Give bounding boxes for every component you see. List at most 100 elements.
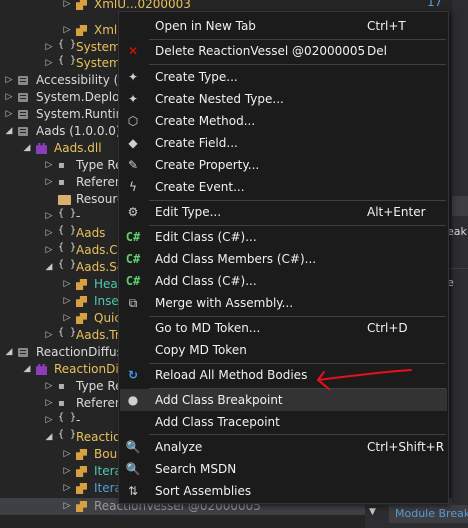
context-menu: Open in New Tab Ctrl+T ✕ Delete ReactionVes… xyxy=(118,11,449,504)
collapse-arrow-icon[interactable]: ◢ xyxy=(44,429,54,446)
class-icon xyxy=(76,449,87,460)
menu-item-label: Copy MD Token xyxy=(155,343,247,357)
menu-item-label: Create Field... xyxy=(155,136,238,150)
tree-node-label: - xyxy=(76,209,81,223)
menu-item-analyze[interactable]: 🔍 Analyze Ctrl+Shift+R xyxy=(120,436,447,458)
collapse-arrow-icon[interactable]: ◢ xyxy=(22,140,32,157)
expand-arrow-icon[interactable]: ▷ xyxy=(44,174,54,191)
sort-icon: ⇅ xyxy=(127,484,139,498)
expand-arrow-icon[interactable]: ▷ xyxy=(44,242,54,259)
menu-item-open-in-new-tab[interactable]: Open in New Tab Ctrl+T xyxy=(120,15,447,37)
tree-node-label: Type Re xyxy=(76,379,123,393)
menu-item-add-class-members-c[interactable]: C# Add Class Members (C#)... xyxy=(120,248,447,270)
expand-arrow-icon[interactable]: ▷ xyxy=(44,39,54,56)
menu-item-create-method[interactable]: ⬡ Create Method... xyxy=(120,110,447,132)
expand-arrow-icon[interactable]: ▷ xyxy=(44,395,54,412)
menu-item-copy-md-token[interactable]: Copy MD Token xyxy=(120,339,447,361)
menu-item-go-to-md-token[interactable]: Go to MD Token... Ctrl+D xyxy=(120,317,447,339)
menu-item-create-field[interactable]: ◆ Create Field... xyxy=(120,132,447,154)
menu-item-reload-all-method-bodies[interactable]: ↻ Reload All Method Bodies xyxy=(120,364,447,386)
assembly-icon xyxy=(18,93,28,102)
menu-item-label: Go to MD Token... xyxy=(155,321,261,335)
menu-separator xyxy=(149,64,446,65)
tree-node-label: Aads (1.0.0.0) xyxy=(36,124,121,138)
expand-arrow-icon[interactable]: ▷ xyxy=(62,276,72,293)
analyze-icon: 🔍 xyxy=(125,440,141,454)
menu-separator xyxy=(149,434,446,435)
menu-item-add-class-breakpoint[interactable]: ● Add Class Breakpoint xyxy=(120,389,447,411)
menu-item-label: Analyze xyxy=(155,440,203,454)
menu-item-sort-assemblies[interactable]: ⇅ Sort Assemblies xyxy=(120,480,447,502)
menu-item-label: Create Property... xyxy=(155,158,260,172)
tree-node-label: Referen xyxy=(76,396,123,410)
menu-item-label: Delete ReactionVessel @02000005 xyxy=(155,44,366,58)
collapse-arrow-icon[interactable]: ◢ xyxy=(4,344,14,361)
assembly-icon xyxy=(18,127,28,136)
namespace-icon: { } xyxy=(58,208,77,219)
add-nested-type-icon: ✦ xyxy=(127,92,139,106)
menu-item-search-msdn[interactable]: 🔍 Search MSDN xyxy=(120,458,447,480)
tree-node-label: Xml xyxy=(94,23,118,37)
collapse-arrow-icon[interactable]: ◢ xyxy=(22,361,32,378)
expand-arrow-icon[interactable]: ▷ xyxy=(44,412,54,429)
expand-arrow-icon[interactable]: ▷ xyxy=(44,327,54,344)
expand-arrow-icon[interactable]: ▷ xyxy=(62,310,72,327)
module-icon xyxy=(36,364,47,375)
expand-arrow-icon[interactable]: ▷ xyxy=(62,480,72,497)
menu-item-create-property[interactable]: ✎ Create Property... xyxy=(120,154,447,176)
type-references-icon: ▪ xyxy=(58,160,65,171)
gear-icon: ⚙ xyxy=(127,205,139,219)
expand-arrow-icon[interactable]: ▷ xyxy=(44,208,54,225)
add-field-icon: ◆ xyxy=(128,136,138,150)
class-icon xyxy=(76,279,87,290)
expand-arrow-icon[interactable]: ▷ xyxy=(62,498,72,515)
menu-item-create-type[interactable]: ✦ Create Type... xyxy=(120,66,447,88)
class-icon xyxy=(76,313,87,324)
menu-item-add-class-tracepoint[interactable]: Add Class Tracepoint xyxy=(120,411,447,433)
menu-item-label: Create Event... xyxy=(155,180,245,194)
collapse-arrow-icon[interactable]: ◢ xyxy=(44,259,54,276)
expand-arrow-icon[interactable]: ▷ xyxy=(62,0,72,13)
expand-arrow-icon[interactable]: ▷ xyxy=(62,463,72,480)
breakpoint-icon: ● xyxy=(127,393,139,407)
menu-item-create-nested-type[interactable]: ✦ Create Nested Type... xyxy=(120,88,447,110)
expand-arrow-icon[interactable]: ▷ xyxy=(62,22,72,39)
expand-arrow-icon[interactable]: ▷ xyxy=(4,72,14,89)
menu-item-label: Add Class Members (C#)... xyxy=(155,252,317,266)
tree-node-label: Inse xyxy=(94,294,119,308)
menu-item-label: Add Class (C#)... xyxy=(155,274,257,288)
right-panel-tab[interactable] xyxy=(452,196,468,216)
expand-arrow-icon[interactable]: ▷ xyxy=(62,446,72,463)
expand-arrow-icon[interactable]: ▷ xyxy=(44,157,54,174)
tree-node-label: Aads.dll xyxy=(54,141,102,155)
menu-item-edit-class-c[interactable]: C# Edit Class (C#)... xyxy=(120,226,447,248)
menu-item-label: Add Class Tracepoint xyxy=(155,415,280,429)
menu-item-label: Search MSDN xyxy=(155,462,237,476)
tree-node-label: System.Runtim xyxy=(36,107,128,121)
expand-arrow-icon[interactable]: ▷ xyxy=(62,293,72,310)
expand-arrow-icon[interactable]: ▷ xyxy=(44,225,54,242)
folder-icon xyxy=(58,195,71,205)
menu-item-add-class-c[interactable]: C# Add Class (C#)... xyxy=(120,270,447,292)
menu-item-label: Open in New Tab xyxy=(155,19,256,33)
tree-node-label: Quic xyxy=(94,311,121,325)
references-icon: ▪ xyxy=(58,177,65,188)
expand-arrow-icon[interactable]: ▷ xyxy=(44,55,54,72)
chevron-down-icon[interactable]: ▼ xyxy=(369,507,376,517)
csharp-icon: C# xyxy=(125,274,141,288)
menu-item-edit-type[interactable]: ⚙ Edit Type... Alt+Enter xyxy=(120,201,447,223)
type-references-icon: ▪ xyxy=(58,381,65,392)
menu-item-delete-reactionvessel-02000005[interactable]: ✕ Delete ReactionVessel @02000005 Del xyxy=(120,40,447,62)
menu-item-merge-with-assembly[interactable]: ⧉ Merge with Assembly... xyxy=(120,292,447,314)
search-icon: 🔍 xyxy=(125,462,141,476)
namespace-icon: { } xyxy=(58,225,77,236)
module-breakpoints-tab[interactable]: Module Breakp xyxy=(389,505,468,523)
expand-arrow-icon[interactable]: ▷ xyxy=(44,378,54,395)
expand-arrow-icon[interactable]: ▷ xyxy=(4,89,14,106)
collapse-arrow-icon[interactable]: ◢ xyxy=(4,123,14,140)
menu-item-label: Add Class Breakpoint xyxy=(155,393,283,407)
assembly-icon xyxy=(18,76,28,85)
menu-item-create-event[interactable]: ϟ Create Event... xyxy=(120,176,447,198)
merge-icon: ⧉ xyxy=(128,296,138,310)
expand-arrow-icon[interactable]: ▷ xyxy=(4,106,14,123)
